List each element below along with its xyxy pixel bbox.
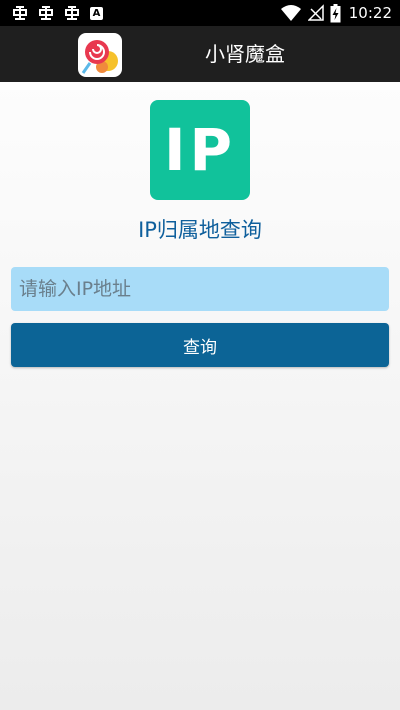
bug-icon: [39, 6, 53, 20]
ip-logo: IP: [150, 100, 250, 200]
ip-logo-text: IP: [163, 116, 237, 184]
wifi-icon: [280, 5, 301, 21]
query-button[interactable]: 查询: [11, 323, 389, 367]
notification-icons: A: [10, 2, 103, 24]
page-title: IP归属地查询: [138, 218, 262, 242]
title-bar: 小肾魔盒: [0, 26, 400, 82]
app-title: 小肾魔盒: [205, 42, 285, 66]
status-bar: A 10:22: [0, 0, 400, 26]
battery-charging-icon: [330, 3, 341, 22]
no-signal-icon: [307, 4, 324, 21]
bug-icon: [13, 6, 27, 20]
system-icons: 10:22: [280, 3, 392, 23]
a-icon: A: [90, 6, 103, 20]
status-time: 10:22: [348, 4, 392, 22]
ip-address-input[interactable]: [11, 267, 389, 311]
bug-icon: [65, 6, 79, 20]
